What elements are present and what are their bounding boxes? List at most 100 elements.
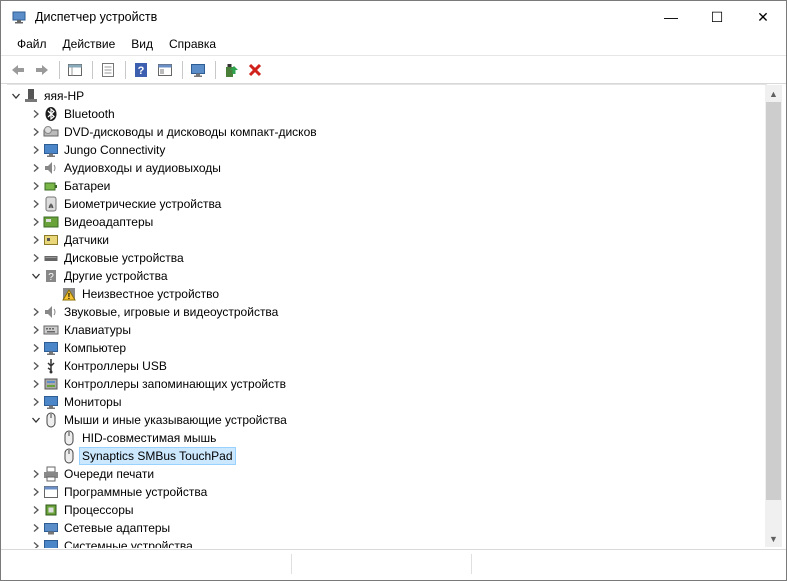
monitor-icon [43,142,59,158]
status-pane [291,554,472,574]
chevron-right-icon[interactable] [29,231,43,249]
menu-help[interactable]: Справка [161,37,224,51]
tree-category[interactable]: Сетевые адаптеры [29,519,172,537]
tree-category[interactable]: DVD-дисководы и дисководы компакт-дисков [29,123,319,141]
tree-category[interactable]: Аудиовходы и аудиовыходы [29,159,223,177]
tree-root[interactable]: яяя-HP [9,87,86,105]
toolbar-separator [59,60,60,79]
tree-category[interactable]: Компьютер [29,339,128,357]
chevron-right-icon[interactable] [29,537,43,548]
tree-child-item[interactable]: ! Неизвестное устройство [47,285,221,303]
tree-category[interactable]: Батареи [29,177,112,195]
update-driver-button[interactable] [220,59,242,81]
toolbar: ? [1,55,786,84]
tree-category[interactable]: Программные устройства [29,483,209,501]
tree-child-item[interactable]: HID-совместимая мышь [47,429,218,447]
tree-item-label: Датчики [64,233,109,247]
view-icon [158,63,172,76]
view-button[interactable] [154,59,176,81]
chevron-right-icon[interactable] [29,249,43,267]
tree-category[interactable]: Контроллеры запоминающих устройств [29,375,288,393]
chevron-right-icon[interactable] [29,321,43,339]
tree-category[interactable]: Jungo Connectivity [29,141,167,159]
scroll-down-icon[interactable]: ▼ [765,530,782,547]
scroll-thumb[interactable] [766,102,781,500]
properties-grid-button[interactable] [64,59,86,81]
mouse-icon [61,448,77,464]
tree-category[interactable]: Bluetooth [29,105,117,123]
tree-category[interactable]: Звуковые, игровые и видеоустройства [29,303,280,321]
chevron-right-icon[interactable] [29,123,43,141]
tree-category[interactable]: Биометрические устройства [29,195,223,213]
tree-item-label: Сетевые адаптеры [64,521,171,535]
tree-category[interactable]: Процессоры [29,501,136,519]
svg-text:?: ? [138,65,145,77]
tree-category[interactable]: Системные устройства [29,537,195,548]
vertical-scrollbar[interactable]: ▲ ▼ [765,85,782,547]
tree-item-label: DVD-дисководы и дисководы компакт-дисков [64,125,317,139]
dvd-icon [43,124,59,140]
bluetooth-icon [43,106,59,122]
menu-view[interactable]: Вид [123,37,161,51]
printer-icon [43,466,59,482]
tree-item-label: Системные устройства [64,539,193,548]
forward-button[interactable] [31,59,53,81]
tree-category[interactable]: Мониторы [29,393,123,411]
chevron-right-icon[interactable] [29,213,43,231]
chevron-right-icon[interactable] [29,519,43,537]
menu-action[interactable]: Действие [55,37,124,51]
scan-hardware-button[interactable] [187,59,209,81]
title-bar[interactable]: Диспетчер устройств — ☐ ✕ [1,1,786,33]
chevron-down-icon[interactable] [29,267,43,285]
chevron-right-icon[interactable] [29,339,43,357]
tree-category[interactable]: Видеоадаптеры [29,213,155,231]
uninstall-button[interactable] [244,59,266,81]
chevron-right-icon[interactable] [29,465,43,483]
device-tree[interactable]: яяя-HP Bluetooth DVD-дисководы и дисковод… [7,84,767,548]
computer-icon [23,88,39,104]
forward-icon [36,64,48,75]
storage-controller-icon [43,376,59,392]
list-button[interactable] [97,59,119,81]
tree-category[interactable]: Датчики [29,231,111,249]
software-device-icon [43,484,59,500]
chevron-right-icon[interactable] [29,393,43,411]
close-button[interactable]: ✕ [740,1,786,33]
help-button[interactable]: ? [130,59,152,81]
tree-item-label: Дисковые устройства [64,251,184,265]
chevron-right-icon[interactable] [29,501,43,519]
chevron-down-icon[interactable] [29,411,43,429]
tree-item-label: Процессоры [64,503,134,517]
maximize-button[interactable]: ☐ [694,1,740,33]
chevron-right-icon[interactable] [29,141,43,159]
chevron-right-icon[interactable] [29,159,43,177]
tree-category[interactable]: Очереди печати [29,465,156,483]
chevron-right-icon[interactable] [29,357,43,375]
tree-child-item[interactable]: Synaptics SMBus TouchPad [47,447,236,465]
chevron-right-icon[interactable] [29,303,43,321]
tree-category[interactable]: Дисковые устройства [29,249,186,267]
tree-category[interactable]: Контроллеры USB [29,357,169,375]
tree-category[interactable]: ? Другие устройства [29,267,170,285]
chevron-right-icon[interactable] [29,105,43,123]
tree-item-label: Компьютер [64,341,127,355]
back-button[interactable] [7,59,29,81]
tree-item-label: Jungo Connectivity [64,143,166,157]
processor-icon [43,502,59,518]
chevron-right-icon[interactable] [29,177,43,195]
chevron-right-icon[interactable] [29,483,43,501]
tree-category[interactable]: Клавиатуры [29,321,133,339]
monitor-icon [43,394,59,410]
minimize-button[interactable]: — [648,1,694,33]
chevron-right-icon[interactable] [29,195,43,213]
tree-item-label: Программные устройства [64,485,208,499]
menu-file[interactable]: Файл [9,37,55,51]
scroll-up-icon[interactable]: ▲ [765,85,782,102]
monitor-icon [43,340,59,356]
tree-category[interactable]: Мыши и иные указывающие устройства [29,411,289,429]
chevron-down-icon[interactable] [9,87,23,105]
device-manager-window: Диспетчер устройств — ☐ ✕ Файл Действие … [0,0,787,581]
chevron-right-icon[interactable] [29,375,43,393]
tree-item-label: Мыши и иные указывающие устройства [64,413,287,427]
